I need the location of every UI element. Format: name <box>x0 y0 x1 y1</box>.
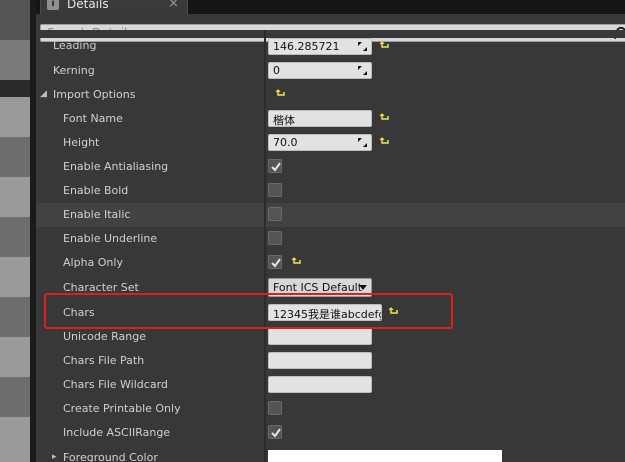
chars-file-wildcard-field[interactable] <box>268 376 372 393</box>
property-row-enable-underline: Enable Underline <box>36 227 625 251</box>
font-name-field[interactable]: 楷体 <box>268 110 372 127</box>
enable-italic-label: Enable Italic <box>63 208 131 221</box>
property-row-font-name: Font Name 楷体 <box>36 107 625 131</box>
character-set-dropdown[interactable]: Font ICS Default <box>268 278 372 297</box>
property-row-kerning: Kerning 0 <box>36 59 625 83</box>
import-options-label: Import Options <box>53 88 136 101</box>
category-import-options[interactable]: ◢ Import Options <box>36 83 625 107</box>
enable-underline-checkbox[interactable] <box>268 231 282 245</box>
height-label: Height <box>63 136 100 149</box>
close-icon[interactable]: × <box>168 0 179 11</box>
chars-file-path-label: Chars File Path <box>63 354 145 367</box>
spin-icon[interactable] <box>358 66 367 75</box>
reset-arrow-icon[interactable] <box>292 257 302 267</box>
chars-field[interactable]: 12345我是谁abcdefg <box>268 304 382 321</box>
chars-file-wildcard-label: Chars File Wildcard <box>63 378 168 391</box>
background-checker-strip <box>0 0 30 462</box>
foreground-color-swatch[interactable] <box>268 450 502 462</box>
kerning-field[interactable]: 0 <box>268 62 372 79</box>
enable-antialiasing-label: Enable Antialiasing <box>63 160 169 173</box>
font-name-label: Font Name <box>63 112 123 125</box>
leading-label: Leading <box>53 39 97 52</box>
kerning-value: 0 <box>273 64 280 77</box>
spin-icon[interactable] <box>358 138 367 147</box>
property-row-alpha-only: Alpha Only <box>36 251 625 275</box>
height-value: 70.0 <box>273 136 298 149</box>
property-row-chars: Chars 12345我是谁abcdefg <box>36 301 625 325</box>
reset-arrow-icon[interactable] <box>389 307 399 317</box>
include-ascii-range-label: Include ASCIIRange <box>63 426 171 439</box>
property-row-foreground-color: ▸ Foreground Color <box>36 446 625 462</box>
column-splitter[interactable] <box>264 30 266 462</box>
enable-underline-label: Enable Underline <box>63 232 158 245</box>
expand-arrow-icon[interactable]: ◢ <box>40 89 47 99</box>
property-row-leading: Leading 146.285721 <box>36 35 625 59</box>
property-row-chars-file-wildcard: Chars File Wildcard <box>36 373 625 397</box>
include-ascii-range-checkbox[interactable] <box>268 425 282 439</box>
character-set-value: Font ICS Default <box>273 281 363 294</box>
leading-field[interactable]: 146.285721 <box>268 38 372 55</box>
enable-bold-label: Enable Bold <box>63 184 129 197</box>
property-row-chars-file-path: Chars File Path <box>36 349 625 373</box>
chars-file-path-field[interactable] <box>268 352 372 369</box>
foreground-color-label: Foreground Color <box>63 451 158 462</box>
tab-title: Details <box>67 0 109 11</box>
alpha-only-checkbox[interactable] <box>268 255 282 269</box>
reset-arrow-icon[interactable] <box>276 89 286 99</box>
enable-italic-checkbox[interactable] <box>268 207 282 221</box>
spin-icon[interactable] <box>358 42 367 51</box>
leading-value: 146.285721 <box>273 40 340 53</box>
checkmark-icon <box>271 258 281 268</box>
create-printable-only-checkbox[interactable] <box>268 401 282 415</box>
unicode-range-label: Unicode Range <box>63 330 146 343</box>
property-row-include-ascii-range: Include ASCIIRange <box>36 421 625 445</box>
kerning-label: Kerning <box>53 64 95 77</box>
expand-arrow-icon[interactable]: ▸ <box>52 452 57 462</box>
property-row-unicode-range: Unicode Range <box>36 325 625 349</box>
property-row-character-set: Character Set Font ICS Default <box>36 276 625 300</box>
chevron-down-icon <box>359 285 367 290</box>
tab-details[interactable]: i Details × <box>40 0 188 14</box>
reset-arrow-icon[interactable] <box>380 137 390 147</box>
property-row-enable-bold: Enable Bold <box>36 179 625 203</box>
info-icon: i <box>47 0 59 10</box>
property-row-enable-italic: Enable Italic <box>36 203 625 227</box>
alpha-only-label: Alpha Only <box>63 256 123 269</box>
property-row-create-printable-only: Create Printable Only <box>36 397 625 421</box>
enable-bold-checkbox[interactable] <box>268 183 282 197</box>
reset-arrow-icon[interactable] <box>380 113 390 123</box>
reset-arrow-icon[interactable] <box>380 41 390 51</box>
tab-bar: i Details × <box>36 0 625 14</box>
chars-label: Chars <box>63 306 95 319</box>
checkmark-icon <box>271 428 281 438</box>
create-printable-only-label: Create Printable Only <box>63 402 181 415</box>
checkmark-icon <box>271 162 281 172</box>
property-row-height: Height 70.0 <box>36 131 625 155</box>
height-field[interactable]: 70.0 <box>268 134 372 151</box>
property-row-enable-antialiasing: Enable Antialiasing <box>36 155 625 179</box>
enable-antialiasing-checkbox[interactable] <box>268 159 282 173</box>
character-set-label: Character Set <box>63 281 139 294</box>
unicode-range-field[interactable] <box>268 328 372 345</box>
